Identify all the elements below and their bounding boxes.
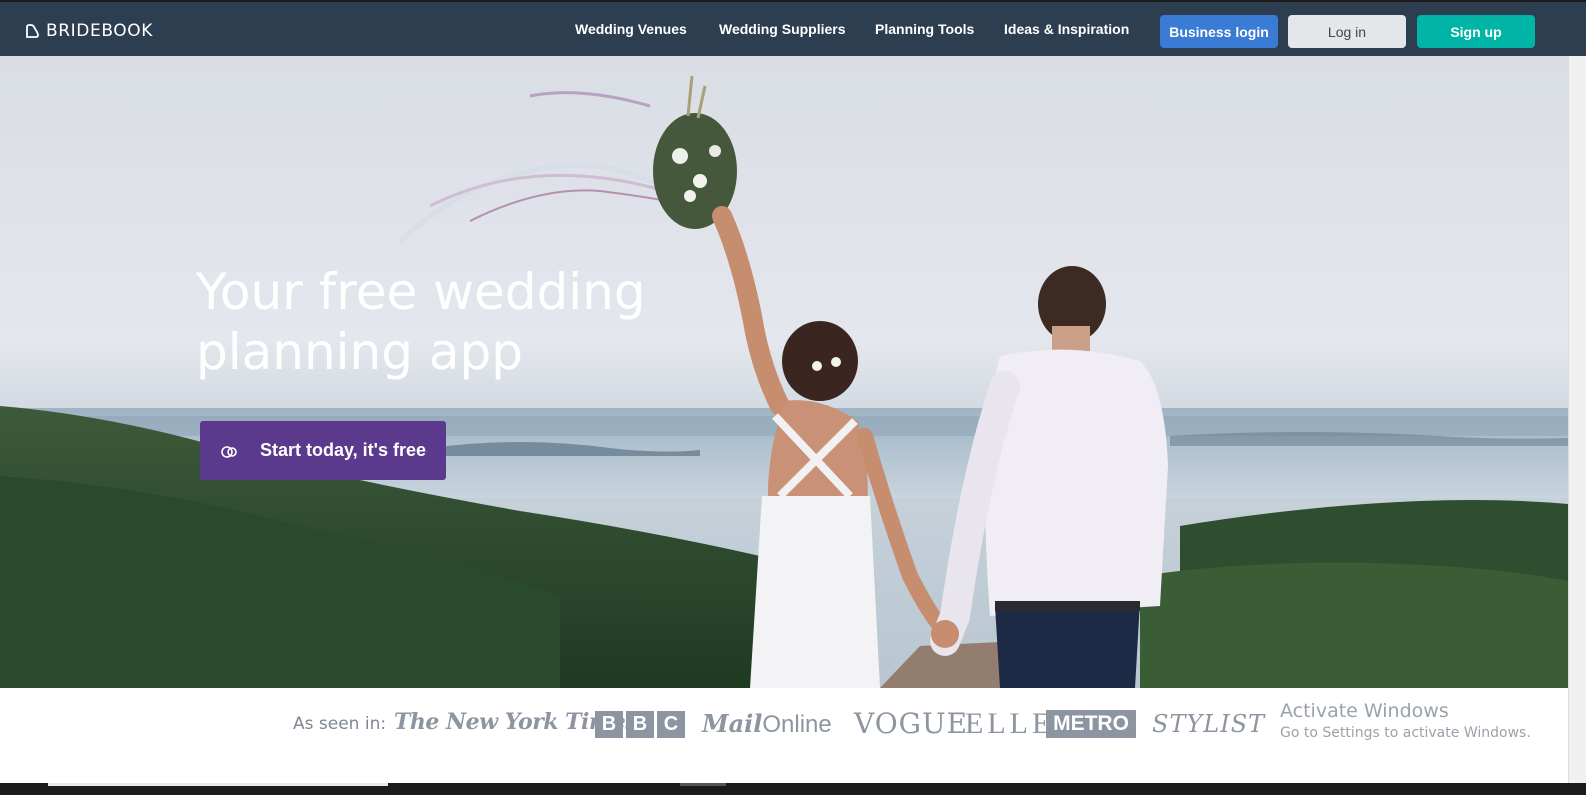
nav-wedding-venues[interactable]: Wedding Venues xyxy=(575,21,687,37)
bbc-letter-b1: B xyxy=(595,711,623,738)
taskbar-indicator xyxy=(680,783,726,786)
stylist-logo: STYLIST xyxy=(1152,710,1266,738)
business-login-button[interactable]: Business login xyxy=(1160,15,1278,48)
activate-windows-subtitle: Go to Settings to activate Windows. xyxy=(1280,725,1531,741)
taskbar-active-tab[interactable] xyxy=(48,783,388,786)
bbc-letter-c: C xyxy=(657,711,685,738)
elle-logo: ELLE xyxy=(965,707,1055,740)
rings-icon xyxy=(221,445,237,458)
page-scrollbar[interactable] xyxy=(1568,56,1586,795)
vogue-logo: VOGUE xyxy=(854,707,969,740)
as-seen-in-label: As seen in: xyxy=(293,714,387,734)
nav-ideas-inspiration[interactable]: Ideas & Inspiration xyxy=(1004,21,1129,37)
metro-logo: METRO xyxy=(1046,710,1136,738)
hero-section: Your free wedding planning app Start tod… xyxy=(0,56,1568,688)
hero-title-line-2: planning app xyxy=(196,323,523,381)
main-nav: Wedding Venues Wedding Suppliers Plannin… xyxy=(0,21,1150,43)
log-in-button[interactable]: Log in xyxy=(1288,15,1406,48)
hero-title-line-1: Your free wedding xyxy=(196,263,646,321)
nav-planning-tools[interactable]: Planning Tools xyxy=(875,21,974,37)
sign-up-button[interactable]: Sign up xyxy=(1417,15,1535,48)
mailonline-logo: MailOnline xyxy=(702,709,832,738)
bbc-logo: B B C xyxy=(595,711,685,738)
mailonline-mail: Mail xyxy=(702,709,763,738)
start-today-button[interactable]: Start today, it's free xyxy=(200,421,446,480)
start-today-label: Start today, it's free xyxy=(260,440,426,460)
bbc-letter-b2: B xyxy=(626,711,654,738)
activate-windows-title: Activate Windows xyxy=(1280,700,1449,722)
hero-title: Your free wedding planning app xyxy=(196,262,716,382)
top-navigation-bar: BRIDEBOOK Wedding Venues Wedding Supplie… xyxy=(0,0,1586,56)
nav-wedding-suppliers[interactable]: Wedding Suppliers xyxy=(719,21,846,37)
